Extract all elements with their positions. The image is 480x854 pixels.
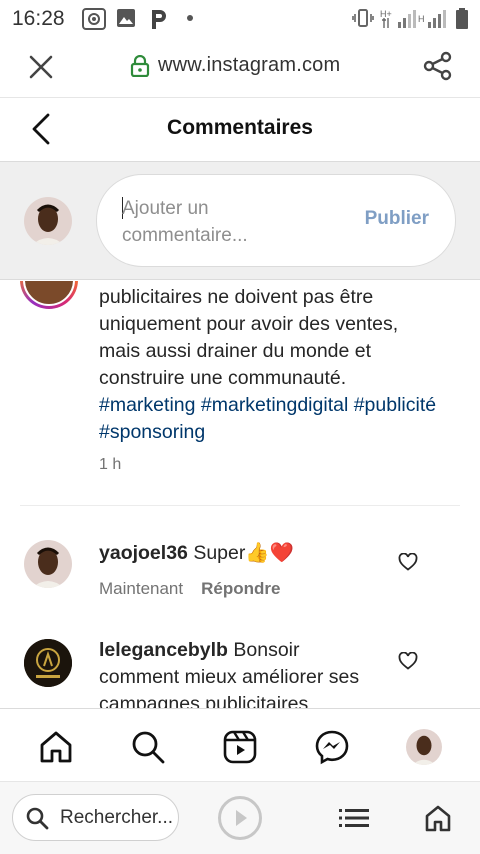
screenshot-icon xyxy=(82,8,106,30)
caption-hashtags[interactable]: #marketing #marketingdigital #publicité … xyxy=(99,394,436,443)
author-avatar-story-ring[interactable] xyxy=(20,281,78,309)
svg-text:H: H xyxy=(418,14,425,24)
signal-h-plus-icon: H+ xyxy=(380,9,416,28)
signal-h-icon: H xyxy=(418,10,446,28)
page-title: Commentaires xyxy=(167,116,313,139)
post-caption: publicitaires ne doivent pas être unique… xyxy=(99,284,439,446)
browser-toolbar: www.instagram.com xyxy=(0,36,480,98)
comments-list[interactable]: publicitaires ne doivent pas être unique… xyxy=(0,281,480,708)
p-app-icon xyxy=(152,10,166,29)
image-icon xyxy=(117,9,135,27)
play-button[interactable] xyxy=(218,796,262,840)
comment-username[interactable]: yaojoel36 xyxy=(99,542,188,564)
home-icon[interactable] xyxy=(424,804,452,832)
comment-meta: Maintenant Répondre xyxy=(99,579,280,599)
comment-avatar[interactable] xyxy=(24,639,72,687)
browser-search-button[interactable]: Rechercher... xyxy=(12,794,179,841)
tabs-list-icon[interactable] xyxy=(339,808,369,828)
address-bar[interactable]: www.instagram.com xyxy=(130,54,340,77)
search-icon[interactable] xyxy=(130,729,166,765)
comment-body: yaojoel36 Super👍❤️ xyxy=(99,540,294,566)
battery-icon xyxy=(456,8,468,29)
comments-header: Commentaires xyxy=(0,98,480,162)
close-icon[interactable] xyxy=(28,54,54,80)
comment-text: Super👍❤️ xyxy=(193,542,294,564)
like-heart-icon[interactable] xyxy=(398,652,418,670)
comment-username[interactable]: lelegancebylb xyxy=(99,639,228,661)
comment-time: Maintenant xyxy=(99,579,184,598)
reply-button[interactable]: Répondre xyxy=(201,579,280,599)
lock-icon xyxy=(130,54,150,77)
profile-avatar[interactable] xyxy=(406,729,442,765)
post-timestamp: 1 h xyxy=(99,456,122,473)
status-bar: 16:28 H+ H xyxy=(0,0,480,36)
share-icon[interactable] xyxy=(422,50,454,82)
home-icon[interactable] xyxy=(38,729,74,765)
bottom-navigation xyxy=(0,708,480,782)
browser-search-label: Rechercher... xyxy=(60,807,173,828)
status-time: 16:28 xyxy=(12,7,65,30)
svg-text:H+: H+ xyxy=(380,9,392,19)
play-icon xyxy=(236,810,247,826)
search-icon xyxy=(26,807,49,830)
caption-text: publicitaires ne doivent pas être unique… xyxy=(99,286,399,389)
comment-input[interactable]: Ajouter un commentaire... Publier xyxy=(96,174,456,267)
comment-body: lelegancebylb Bonsoir comment mieux amél… xyxy=(99,637,379,708)
publish-button[interactable]: Publier xyxy=(365,208,429,230)
comment-avatar[interactable] xyxy=(24,540,72,588)
url-domain: www.instagram.com xyxy=(158,54,341,76)
my-avatar xyxy=(24,197,72,245)
dot-icon xyxy=(187,15,193,21)
messenger-icon[interactable] xyxy=(314,729,350,765)
reels-icon[interactable] xyxy=(222,729,258,765)
vibrate-icon xyxy=(352,9,374,27)
browser-bottom-bar: Rechercher... xyxy=(0,782,480,854)
divider xyxy=(20,505,460,506)
comment-placeholder: Ajouter un commentaire... xyxy=(122,198,248,246)
comment-composer: Ajouter un commentaire... Publier xyxy=(0,162,480,280)
like-heart-icon[interactable] xyxy=(398,553,418,571)
